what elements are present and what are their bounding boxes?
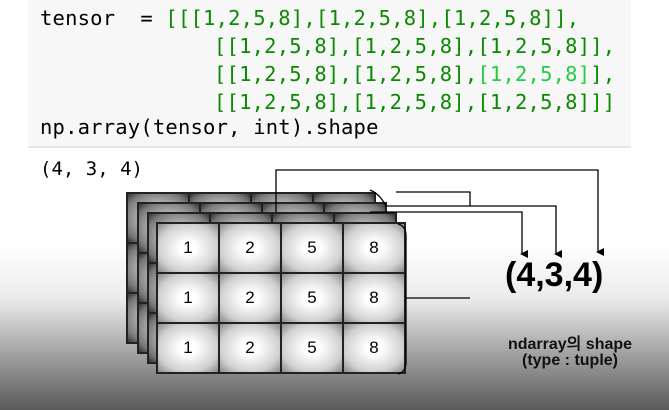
caption-line-1: ndarray의 shape (507, 336, 633, 353)
columns-arrow-top (396, 191, 471, 206)
rows-brace (397, 223, 407, 375)
rows-arrow (386, 205, 562, 258)
depth-arrow (275, 169, 604, 256)
layers-arrow (370, 211, 528, 258)
columns-brace (369, 189, 387, 207)
caption-line-2: (type : tuple) (522, 352, 618, 369)
shape-label: (4,3,4) (505, 256, 604, 294)
